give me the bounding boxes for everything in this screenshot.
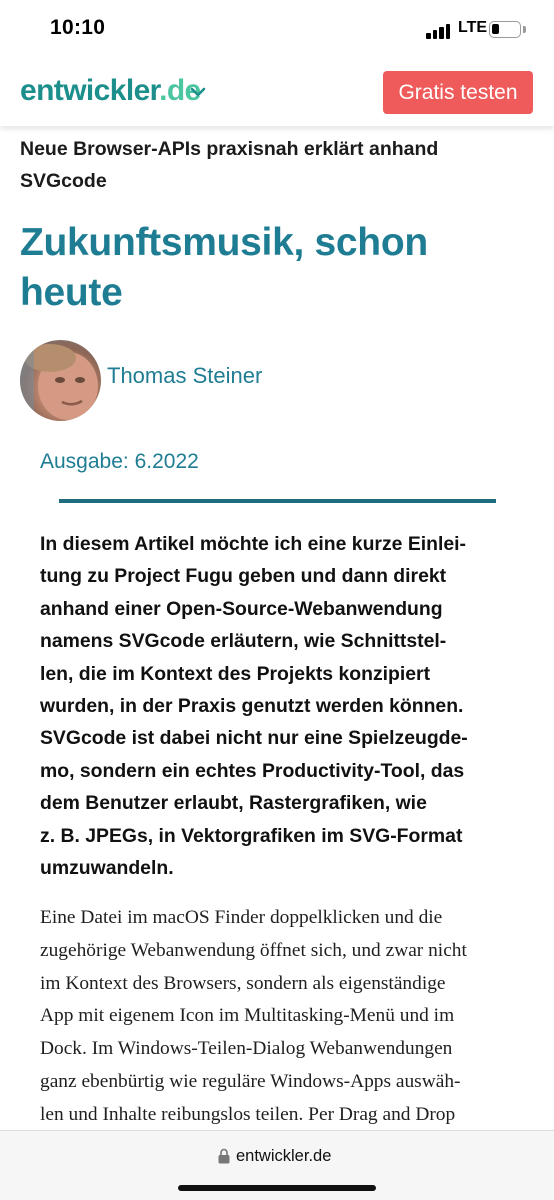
kicker-line: Neue Browser-APIs praxisnah erklärt anha…: [20, 138, 439, 160]
logo-text-main: entwickler: [20, 74, 160, 107]
status-bar: 10:10 LTE: [0, 0, 554, 60]
free-trial-button[interactable]: Gratis testen: [383, 71, 533, 114]
body-line: Eine Datei im macOS Finder doppelklicken…: [40, 907, 443, 928]
kicker-line: SVGcode: [20, 170, 107, 192]
lead-line: dem Benutzer erlaubt, Rastergrafiken, wi…: [40, 792, 427, 815]
body-line: Dock. Im Windows-Teilen-Dialog Webanwend…: [40, 1038, 453, 1060]
article-title: Zukunftsmusik, schon heute: [20, 218, 540, 318]
body-line: ganz ebenbürtig wie reguläre Windows-App…: [40, 1070, 461, 1092]
lead-line: len, die im Kontext des Projekts konzipi…: [40, 662, 431, 685]
title-line: Zukunftsmusik, schon: [20, 221, 428, 264]
lead-line: mo, sondern ein echtes Productivity-Tool…: [40, 759, 465, 782]
issue-label: Ausgabe: 6.2022: [40, 450, 199, 473]
lead-line: SVGcode ist dabei nicht nur eine Spielze…: [40, 727, 468, 750]
section-divider: [59, 499, 496, 503]
lead-line: tung zu Project Fugu geben und dann dire…: [40, 565, 447, 588]
body-line: im Kontext des Browsers, sondern als eig…: [40, 972, 446, 994]
author-avatar[interactable]: [20, 340, 101, 421]
author-photo: [20, 340, 98, 421]
network-type: LTE: [458, 19, 488, 36]
author-name-link[interactable]: Thomas Steiner: [107, 363, 262, 389]
status-time: 10:10: [50, 16, 106, 39]
browser-url-bar[interactable]: entwickler.de: [0, 1130, 554, 1200]
article-kicker: Neue Browser-APIs praxisnah erklärt anha…: [20, 133, 520, 197]
chevron-down-icon[interactable]: [190, 84, 206, 100]
body-line: zugehörige Webanwendung öffnet sich, und…: [40, 939, 467, 961]
lead-line: In diesem Artikel möchte ich eine kurze …: [40, 533, 467, 555]
title-line: heute: [20, 271, 123, 314]
lead-line: anhand einer Open-Source-Webanwendung: [40, 597, 443, 620]
lead-line: z. B. JPEGs, in Vektorgrafiken im SVG-Fo…: [40, 824, 463, 847]
battery-level: [492, 24, 499, 34]
site-logo[interactable]: entwickler.de: [20, 74, 201, 108]
url-text[interactable]: entwickler.de: [236, 1147, 331, 1166]
lead-line: umzuwandeln.: [40, 857, 174, 880]
site-header: entwickler.de Gratis testen: [0, 60, 554, 126]
battery-tip: [523, 26, 526, 33]
body-line: App mit eigenem Icon im Multitasking-Men…: [40, 1005, 455, 1027]
article-lead: In diesem Artikel möchte ich eine kurze …: [40, 528, 520, 884]
cellular-signal-icon: [426, 23, 452, 39]
lock-icon: [218, 1148, 230, 1164]
home-indicator[interactable]: [178, 1185, 376, 1191]
article-body: Eine Datei im macOS Finder doppelklicken…: [40, 902, 520, 1132]
lead-line: wurden, in der Praxis genutzt werden kön…: [40, 695, 464, 718]
body-line: len und Inhalte reibungslos teilen. Per …: [40, 1103, 456, 1125]
battery-icon: [489, 21, 521, 38]
lead-line: namens SVGcode erläutern, wie Schnittste…: [40, 630, 447, 653]
